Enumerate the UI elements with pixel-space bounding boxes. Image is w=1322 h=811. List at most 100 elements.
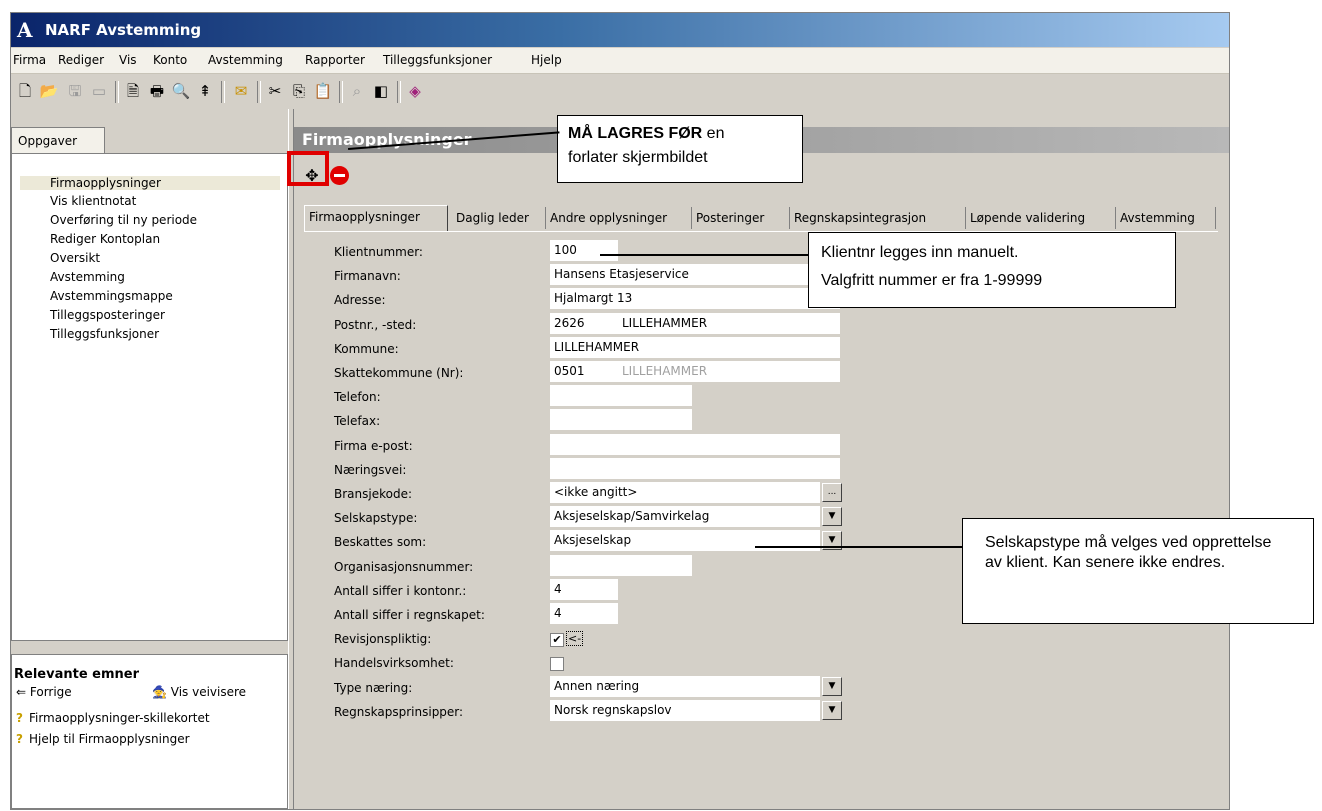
adresse-field[interactable]: Hjalmargt 13 — [550, 288, 840, 309]
toolbar-separator — [339, 81, 343, 103]
tab-andre-opplysninger[interactable]: Andre opplysninger — [546, 207, 692, 229]
label-siffer-konto: Antall siffer i kontonr.: — [334, 584, 467, 598]
telefax-field[interactable] — [550, 409, 692, 430]
print-icon[interactable]: 🖶 — [147, 81, 167, 101]
back-link[interactable]: ⇐ Forrige — [16, 685, 72, 699]
label-handelsvirksomhet: Handelsvirksomhet: — [334, 656, 454, 670]
klientnr-callout-line1: Klientnr legges inn manuelt. — [821, 244, 1019, 261]
save-callout-line2: forlater skjermbildet — [568, 149, 708, 166]
task-avstemmingsmappe[interactable]: Avstemmingsmappe — [50, 289, 173, 303]
tab-oppgaver[interactable]: Oppgaver — [11, 127, 105, 153]
paste-icon[interactable]: 📋 — [313, 81, 333, 101]
title-bar: A NARF Avstemming — [11, 13, 1229, 47]
close-icon[interactable]: ▭ — [89, 81, 109, 101]
task-firmaopplysninger[interactable]: Firmaopplysninger — [20, 176, 280, 190]
siffer-regnskap-field[interactable]: 4 — [550, 603, 618, 624]
selskapstype-dropdown-icon[interactable]: ▼ — [822, 507, 842, 526]
help-icon: ? — [16, 711, 23, 725]
klientnr-callout: Klientnr legges inn manuelt. Valgfritt n… — [808, 232, 1176, 308]
menu-vis[interactable]: Vis — [119, 53, 137, 67]
preview-icon[interactable]: 🗎 — [123, 81, 143, 101]
menu-rapporter[interactable]: Rapporter — [305, 53, 365, 67]
menu-konto[interactable]: Konto — [153, 53, 187, 67]
task-vis-klientnotat[interactable]: Vis klientnotat — [50, 194, 136, 208]
open-icon[interactable]: 📂 — [39, 81, 59, 101]
label-bransjekode: Bransjekode: — [334, 487, 412, 501]
kommune-field[interactable]: LILLEHAMMER — [550, 337, 840, 358]
save-callout: MÅ LAGRES FØR en forlater skjermbildet — [557, 115, 803, 183]
bransjekode-field[interactable]: <ikke angitt> — [550, 482, 820, 503]
naeringsvei-field[interactable] — [550, 458, 840, 479]
related-item[interactable]: ? Hjelp til Firmaopplysninger — [16, 732, 190, 746]
menu-tilleggsfunksjoner[interactable]: Tilleggsfunksjoner — [383, 53, 492, 67]
tab-avstemming[interactable]: Avstemming — [1116, 207, 1216, 229]
related-item-label: Firmaopplysninger-skillekortet — [28, 711, 210, 725]
menu-avstemming[interactable]: Avstemming — [208, 53, 283, 67]
copy-icon[interactable]: ⎘ — [289, 81, 309, 101]
save-callout-rest: en — [702, 125, 725, 142]
tab-posteringer[interactable]: Posteringer — [692, 207, 790, 229]
email-icon[interactable]: ✉ — [231, 81, 251, 101]
task-tilleggsposteringer[interactable]: Tilleggsposteringer — [50, 308, 165, 322]
left-pane: Oppgaver Firmaopplysninger Vis klientnot… — [11, 109, 288, 809]
book-icon[interactable]: ◈ — [405, 81, 425, 101]
cut-icon[interactable]: ✂ — [265, 81, 285, 101]
menu-rediger[interactable]: Rediger — [58, 53, 104, 67]
task-overforing[interactable]: Overføring til ny periode — [50, 213, 197, 227]
type-naering-dropdown-icon[interactable]: ▼ — [822, 677, 842, 696]
type-naering-select[interactable]: Annen næring — [550, 676, 820, 697]
postnr-value: 2626 — [554, 316, 585, 330]
siffer-konto-field[interactable]: 4 — [550, 579, 618, 600]
panel-icon[interactable]: ◧ — [371, 81, 391, 101]
menu-firma[interactable]: Firma — [13, 53, 46, 67]
tab-lopende-validering[interactable]: Løpende validering — [966, 207, 1116, 229]
postnr-field[interactable]: 2626 LILLEHAMMER — [550, 313, 840, 334]
label-regnskapsprinsipper: Regnskapsprinsipper: — [334, 705, 464, 719]
revisjon-focus-marker: <- — [566, 631, 584, 646]
new-icon[interactable]: 🗋 — [15, 81, 35, 101]
label-epost: Firma e-post: — [334, 439, 413, 453]
task-oversikt[interactable]: Oversikt — [50, 251, 100, 265]
selskapstype-select[interactable]: Aksjeselskap/Samvirkelag — [550, 506, 820, 527]
back-arrow-icon: ⇐ — [16, 685, 30, 699]
task-avstemming[interactable]: Avstemming — [50, 270, 125, 284]
epost-field[interactable] — [550, 434, 840, 455]
tab-daglig-leder[interactable]: Daglig leder — [452, 207, 546, 229]
wizards-link[interactable]: 🧙 Vis veivisere — [152, 685, 246, 699]
label-adresse: Adresse: — [334, 293, 386, 307]
skattekommune-navn: LILLEHAMMER — [622, 364, 708, 378]
toolbar: 🗋 📂 🖫 ▭ 🗎 🖶 🔍 ⇞ ✉ ✂ ⎘ 📋 ⌕ ◧ ◈ — [11, 75, 1229, 110]
label-orgnr: Organisasjonsnummer: — [334, 560, 474, 574]
label-beskattes: Beskattes som: — [334, 535, 427, 549]
find-icon[interactable]: ⌕ — [347, 81, 367, 101]
window-title: NARF Avstemming — [45, 21, 202, 39]
toolbar-separator — [257, 81, 261, 103]
task-kontoplan[interactable]: Rediger Kontoplan — [50, 232, 160, 246]
task-tilleggsfunksjoner[interactable]: Tilleggsfunksjoner — [50, 327, 159, 341]
label-klientnummer: Klientnummer: — [334, 245, 423, 259]
klientnr-callout-line2: Valgfritt nummer er fra 1-99999 — [821, 272, 1043, 289]
skattekommune-field[interactable]: 0501 LILLEHAMMER — [550, 361, 840, 382]
label-siffer-regnskap: Antall siffer i regnskapet: — [334, 608, 485, 622]
tab-firmaopplysninger[interactable]: Firmaopplysninger — [304, 205, 448, 231]
save-icon[interactable]: 🖫 — [65, 81, 85, 101]
label-telefax: Telefax: — [334, 414, 381, 428]
label-type-naering: Type næring: — [334, 681, 413, 695]
firmanavn-field[interactable]: Hansens Etasjeservice — [550, 264, 840, 285]
revisjonspliktig-checkbox[interactable]: ✔ — [550, 633, 564, 647]
help-icon: ? — [16, 732, 23, 746]
related-item[interactable]: ? Firmaopplysninger-skillekortet — [16, 711, 210, 725]
cancel-button[interactable] — [330, 166, 349, 185]
print-preview-icon[interactable]: 🔍 — [171, 81, 191, 101]
prinsipper-dropdown-icon[interactable]: ▼ — [822, 701, 842, 720]
bransjekode-browse-button[interactable]: ... — [822, 483, 842, 502]
prinsipper-select[interactable]: Norsk regnskapslov — [550, 700, 820, 721]
klientnummer-field[interactable]: 100 — [550, 240, 618, 261]
handelsvirksomhet-checkbox[interactable] — [550, 657, 564, 671]
telefon-field[interactable] — [550, 385, 692, 406]
orgnr-field[interactable] — [550, 555, 692, 576]
selskapstype-callout: Selskapstype må velges ved opprettelse a… — [962, 518, 1314, 624]
export-icon[interactable]: ⇞ — [195, 81, 215, 101]
tab-regnskapsintegrasjon[interactable]: Regnskapsintegrasjon — [790, 207, 966, 229]
menu-hjelp[interactable]: Hjelp — [531, 53, 562, 67]
